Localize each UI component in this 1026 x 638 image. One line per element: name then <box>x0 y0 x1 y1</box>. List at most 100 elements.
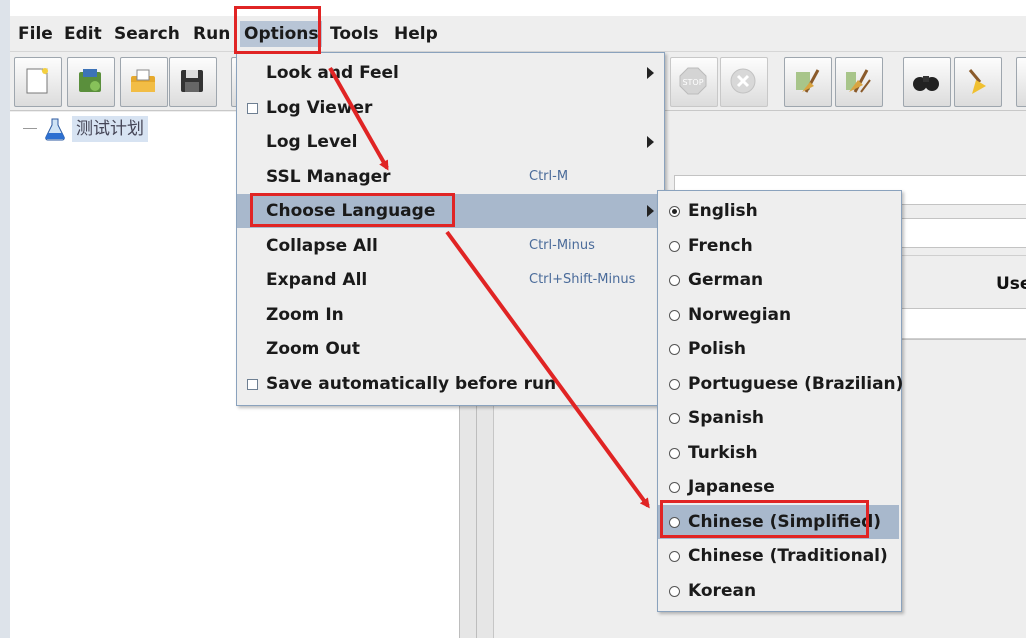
svg-text:STOP: STOP <box>682 78 703 87</box>
find-button[interactable] <box>903 57 951 107</box>
options-menu: Look and Feel Log Viewer Log Level SSL Mana… <box>236 52 665 406</box>
radio-icon[interactable] <box>669 240 680 252</box>
stop-button[interactable]: STOP <box>670 57 718 107</box>
more-button[interactable] <box>1016 57 1026 107</box>
menu-item-accelerator: Ctrl-Minus <box>529 237 595 253</box>
language-label: Korean <box>688 580 757 601</box>
clear-button[interactable] <box>784 57 832 107</box>
stop-icon: STOP <box>679 67 707 95</box>
language-label: Chinese (Traditional) <box>688 546 888 566</box>
language-label: German <box>688 270 764 290</box>
language-option[interactable]: Chinese (Traditional) <box>658 539 899 573</box>
language-label: Polish <box>688 339 747 359</box>
menu-run[interactable]: Run <box>189 21 234 47</box>
radio-icon[interactable] <box>669 344 680 355</box>
menu-options[interactable]: Options <box>240 21 323 47</box>
menu-item-label: Choose Language <box>266 201 436 221</box>
menu-item-label: SSL Manager <box>266 166 391 187</box>
options-menu-item[interactable]: Save automatically before run <box>237 367 662 401</box>
templates-icon <box>79 69 101 92</box>
menu-item-label: Look and Feel <box>266 63 399 83</box>
options-menu-item[interactable]: Choose Language <box>237 194 662 228</box>
options-menu-item[interactable]: Look and Feel <box>237 56 662 90</box>
shutdown-icon <box>730 68 756 94</box>
language-option[interactable]: Korean <box>658 574 899 608</box>
tree-node-test-plan[interactable]: 测试计划 <box>72 116 148 142</box>
options-menu-item[interactable]: Log Viewer <box>237 91 662 125</box>
menu-item-label: Zoom Out <box>266 339 360 359</box>
menu-item-label: Collapse All <box>266 235 378 256</box>
options-menu-item[interactable]: Collapse All Ctrl-Minus <box>237 229 662 263</box>
open-button[interactable] <box>120 57 168 107</box>
language-option[interactable]: Portuguese (Brazilian) <box>658 367 903 401</box>
clear-all-button[interactable] <box>835 57 883 107</box>
templates-button[interactable] <box>67 57 115 107</box>
language-label: English <box>688 201 758 221</box>
reset-search-button[interactable] <box>954 57 1002 107</box>
language-label: French <box>688 235 753 256</box>
language-option[interactable]: French <box>658 229 899 263</box>
menu-item-label: Log Viewer <box>266 97 373 118</box>
new-button[interactable] <box>14 57 62 107</box>
clear-all-icon <box>846 69 871 93</box>
desktop-edge <box>0 0 10 638</box>
radio-icon[interactable] <box>669 551 680 562</box>
radio-icon[interactable] <box>669 275 680 286</box>
options-menu-item[interactable]: SSL Manager Ctrl-M <box>237 160 662 194</box>
options-menu-item[interactable]: Expand All Ctrl+Shift-Minus <box>237 263 662 297</box>
submenu-arrow-icon <box>647 136 654 148</box>
menu-item-label: Log Level <box>266 132 358 152</box>
language-label: Chinese (Simplified) <box>688 511 882 532</box>
checkbox-icon[interactable] <box>247 378 258 390</box>
radio-icon[interactable] <box>669 378 680 390</box>
user-defined-label: Use <box>996 274 1026 294</box>
menu-item-accelerator: Ctrl-M <box>529 168 569 184</box>
language-label: Portuguese (Brazilian) <box>688 373 904 394</box>
radio-icon[interactable] <box>669 585 680 597</box>
binoculars-icon <box>913 76 939 91</box>
menu-search[interactable]: Search <box>110 21 184 47</box>
menu-edit[interactable]: Edit <box>60 21 106 47</box>
language-option[interactable]: Spanish <box>658 401 899 435</box>
menu-item-label: Expand All <box>266 270 368 290</box>
menu-item-accelerator: Ctrl+Shift-Minus <box>529 272 636 287</box>
language-option[interactable]: Norwegian <box>658 298 899 332</box>
language-option[interactable]: Chinese (Simplified) <box>658 504 899 539</box>
menu-help[interactable]: Help <box>390 21 442 47</box>
new-file-icon <box>26 68 48 94</box>
language-option[interactable]: Polish <box>658 332 899 366</box>
language-option[interactable]: Japanese <box>658 470 899 504</box>
title-strip <box>0 0 1026 16</box>
options-menu-item[interactable]: Zoom Out <box>237 332 662 366</box>
language-option[interactable]: English <box>658 194 899 228</box>
language-option[interactable]: Turkish <box>658 436 899 470</box>
radio-icon[interactable] <box>669 447 680 459</box>
checkbox-icon[interactable] <box>247 102 258 114</box>
tree-connector <box>23 128 37 129</box>
menu-bar: File Edit Search Run Options Tools Help <box>10 16 1026 52</box>
radio-icon[interactable] <box>669 206 680 217</box>
menu-tools[interactable]: Tools <box>326 21 383 47</box>
clear-broom-icon <box>796 69 820 93</box>
menu-item-label: Zoom In <box>266 304 344 325</box>
language-submenu: English French German Norwegian Polish Portug… <box>657 190 903 612</box>
options-menu-item[interactable]: Zoom In <box>237 298 662 332</box>
test-plan-icon <box>44 117 66 146</box>
broom-icon <box>968 69 986 94</box>
language-label: Japanese <box>688 477 775 497</box>
radio-icon[interactable] <box>669 482 680 493</box>
open-folder-icon <box>131 69 155 92</box>
radio-icon[interactable] <box>669 309 680 321</box>
save-button[interactable] <box>169 57 217 107</box>
language-label: Spanish <box>688 408 765 428</box>
submenu-arrow-icon <box>647 205 654 217</box>
submenu-arrow-icon <box>647 67 654 79</box>
language-option[interactable]: German <box>658 263 899 297</box>
radio-icon[interactable] <box>669 516 680 528</box>
menu-file[interactable]: File <box>14 21 57 47</box>
options-menu-item[interactable]: Log Level <box>237 125 662 159</box>
language-label: Turkish <box>688 442 758 463</box>
menu-item-label: Save automatically before run <box>266 373 557 394</box>
shutdown-button[interactable] <box>720 57 768 107</box>
radio-icon[interactable] <box>669 413 680 424</box>
